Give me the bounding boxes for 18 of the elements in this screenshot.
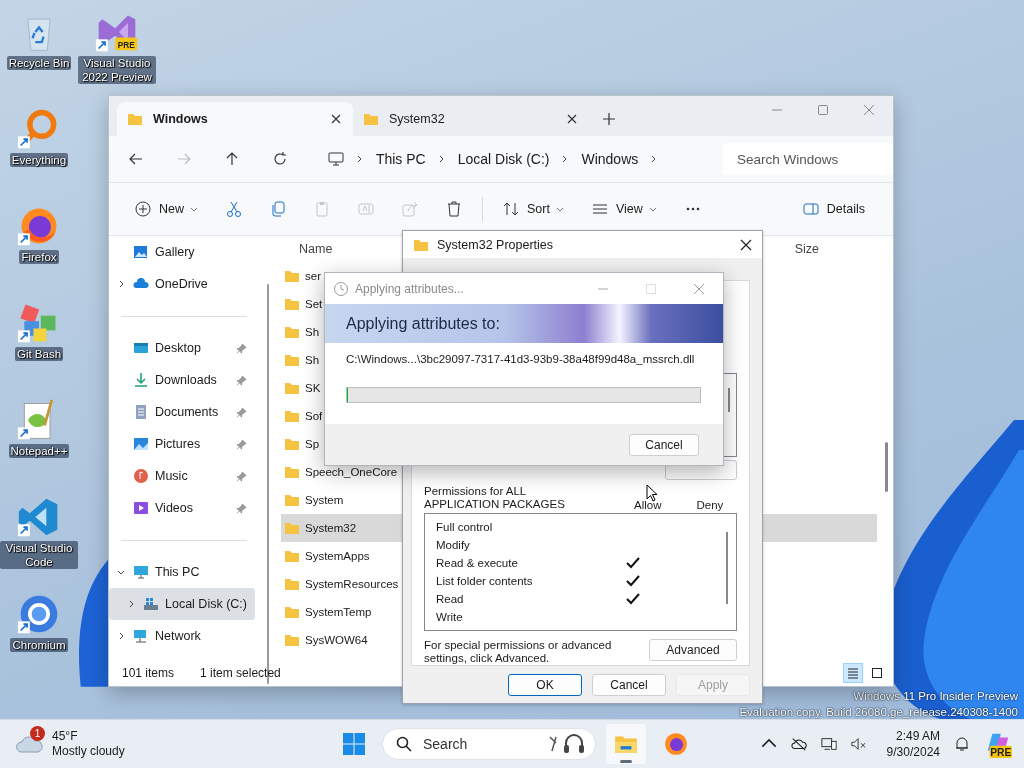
file-path-text: C:\Windows...\3bc29097-7317-41d3-93b9-38a48f99d48a_mssrch.dll [346,353,696,365]
selection-count-text: 1 item selected [200,666,281,680]
allow-column-header: Allow [634,499,662,512]
dialog-title: System32 Properties [437,237,554,252]
permission-name: Read [436,593,465,606]
advanced-note-text: For special permissions or advanced settings, click Advanced. [424,639,613,666]
dialog-title: Applying attributes... [355,281,464,296]
notification-badge: 1 [30,726,45,741]
permission-name: Read & execute [436,557,519,570]
permission-name: Write [436,611,464,624]
permission-name: Full control [436,521,494,534]
permissions-label: Permissions for ALL APPLICATION PACKAGES [424,485,566,512]
permission-name: Modify [436,539,471,552]
watermark-text: Windows 11 Pro Insider Preview [853,690,1018,702]
deny-column-header: Deny [696,499,724,512]
item-count-text: 101 items [122,666,175,680]
dialog-banner: Applying attributes to: [325,304,723,343]
permission-name: List folder contents [436,575,534,588]
